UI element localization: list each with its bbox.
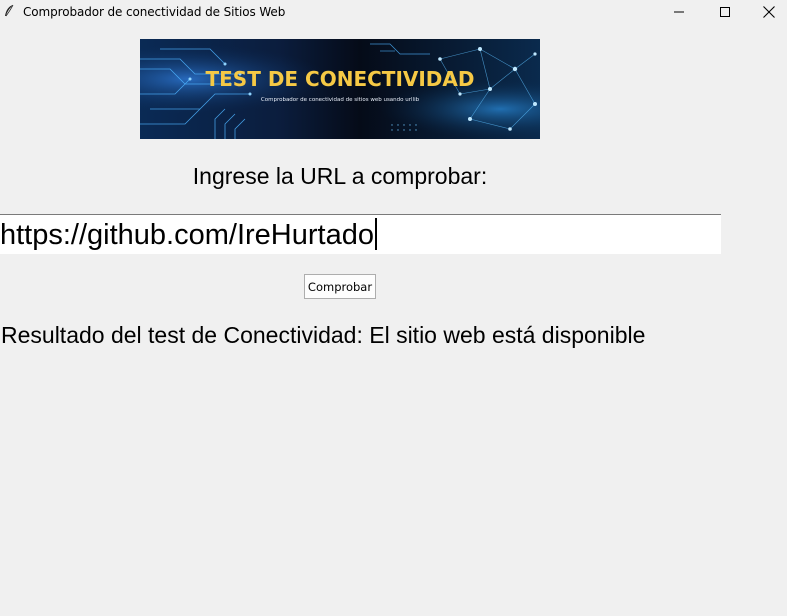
url-prompt-label: Ingrese la URL a comprobar: [192, 163, 488, 189]
minimize-icon [674, 11, 684, 13]
url-input[interactable]: https://github.com/IreHurtado [0, 214, 721, 254]
window-title: Comprobador de conectividad de Sitios We… [23, 5, 286, 19]
banner-image: TEST DE CONECTIVIDAD Comprobador de cone… [140, 39, 540, 139]
result-label: Resultado del test de Conectividad: El s… [1, 322, 646, 348]
banner-subtitle: Comprobador de conectividad de sitios we… [260, 97, 420, 103]
maximize-icon [720, 7, 730, 17]
minimize-button[interactable] [656, 0, 702, 24]
text-cursor [374, 218, 377, 250]
check-button[interactable]: Comprobar [304, 274, 376, 299]
feather-icon [3, 4, 15, 18]
title-bar: Comprobador de conectividad de Sitios We… [0, 0, 787, 24]
banner-title: TEST DE CONECTIVIDAD [205, 67, 475, 91]
url-input-value: https://github.com/IreHurtado [0, 218, 377, 252]
close-button[interactable] [746, 0, 787, 24]
close-icon [763, 6, 775, 18]
maximize-button[interactable] [702, 0, 748, 24]
